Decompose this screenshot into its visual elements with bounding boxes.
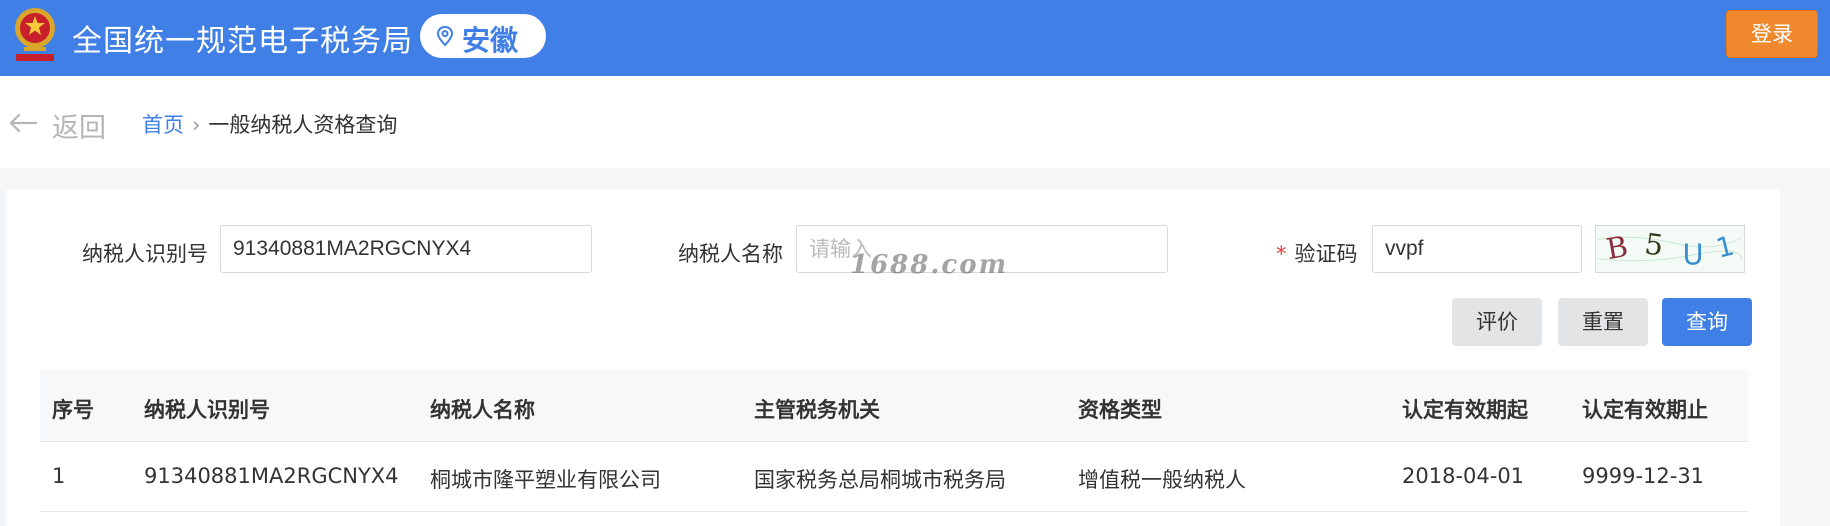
reset-button[interactable]: 重置 (1558, 298, 1648, 346)
required-mark: * (1276, 242, 1287, 266)
table-header: 序号 纳税人识别号 纳税人名称 主管税务机关 资格类型 认定有效期起 认定有效期… (40, 370, 1748, 442)
table-cell: 9999-12-31 (1582, 464, 1705, 488)
svg-text:5: 5 (1643, 226, 1666, 262)
captcha-label: 验证码 (1294, 242, 1358, 266)
breadcrumb-separator: › (192, 113, 201, 137)
location-pin-icon (436, 25, 454, 47)
evaluate-button[interactable]: 评价 (1452, 298, 1542, 346)
arrow-left-icon (9, 113, 38, 133)
breadcrumb-current: 一般纳税人资格查询 (208, 113, 398, 137)
column-header: 主管税务机关 (754, 398, 880, 422)
top-header: 全国统一规范电子税务局 安徽 登录 (0, 0, 1830, 76)
site-title: 全国统一规范电子税务局 (72, 24, 413, 59)
svg-text:B: B (1604, 229, 1631, 266)
svg-text:1: 1 (1713, 230, 1737, 264)
table-cell: 国家税务总局桐城市税务局 (754, 468, 1006, 492)
breadcrumb: 首页 › 一般纳税人资格查询 (142, 109, 397, 139)
taxpayer-id-input[interactable]: 91340881MA2RGCNYX4 (220, 225, 592, 273)
column-header: 认定有效期止 (1582, 398, 1708, 422)
watermark: 1688.com (850, 250, 1009, 280)
table-cell: 增值税一般纳税人 (1078, 468, 1246, 492)
column-header: 序号 (52, 398, 94, 422)
captcha-label-group: * 验证码 (1276, 238, 1358, 268)
breadcrumb-home[interactable]: 首页 (142, 113, 184, 137)
query-button[interactable]: 查询 (1662, 298, 1752, 346)
query-panel: 纳税人识别号 91340881MA2RGCNYX4 纳税人名称 请输入 * 验证码… (6, 190, 1780, 526)
svg-text:U: U (1682, 237, 1703, 271)
login-button[interactable]: 登录 (1726, 10, 1818, 58)
region-label: 安徽 (462, 24, 519, 57)
table-cell: 桐城市隆平塑业有限公司 (430, 468, 661, 492)
taxpayer-name-label: 纳税人名称 (678, 242, 783, 266)
taxpayer-id-label: 纳税人识别号 (82, 242, 208, 266)
column-header: 认定有效期起 (1402, 398, 1528, 422)
region-selector[interactable]: 安徽 (420, 14, 546, 58)
column-header: 资格类型 (1078, 398, 1162, 422)
nav-bar: 返回 首页 › 一般纳税人资格查询 (0, 76, 1830, 168)
table-cell: 2018-04-01 (1402, 464, 1525, 488)
column-header: 纳税人识别号 (144, 398, 270, 422)
table-cell: 91340881MA2RGCNYX4 (144, 464, 399, 488)
captcha-image[interactable]: B 5 U 1 (1595, 225, 1745, 273)
captcha-input[interactable]: vvpf (1372, 225, 1582, 273)
back-label: 返回 (52, 113, 106, 144)
national-emblem-icon (15, 8, 55, 61)
table-cell: 1 (52, 464, 66, 488)
table-row: 1 91340881MA2RGCNYX4 桐城市隆平塑业有限公司 国家税务总局桐… (40, 442, 1748, 512)
column-header: 纳税人名称 (430, 398, 535, 422)
